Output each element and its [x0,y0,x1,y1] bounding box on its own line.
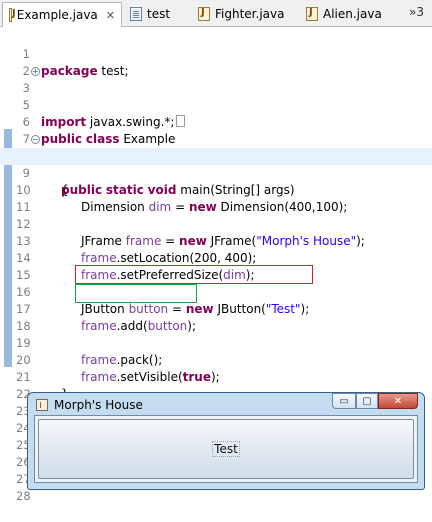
tab-fighter-java[interactable]: Fighter.java [192,2,296,26]
code-line: 13 frame.setLocation(200, 400); [0,216,432,265]
code-line: 21 } [0,352,432,401]
maximize-button[interactable]: ▢ [356,393,378,409]
code-line: 22 } [0,369,432,418]
tab-label: test [147,7,171,21]
window-title: Morph's House [54,398,143,412]
swing-frame-window[interactable]: Morph's House ▭ ▢ ✕ Test [27,392,425,490]
fold-expand-icon[interactable]: + [31,67,40,76]
code-line: 2 [0,46,432,78]
code-line: 20 frame.setVisible(true); [0,335,432,384]
code-line: 18 [0,301,432,333]
window-title-bar[interactable]: Morph's House [36,396,143,414]
close-icon: ✕ [393,395,403,407]
code-line: 1 package test; [0,29,432,78]
tab-label: Example.java [16,8,98,22]
close-icon[interactable]: ✕ [106,9,115,22]
java-file-icon [198,7,210,21]
tab-test[interactable]: test [124,2,190,26]
tab-alien-java[interactable]: Alien.java [300,2,396,26]
highlight-box-red [75,265,313,284]
tab-overflow-button[interactable]: »3 [409,5,424,19]
java-app-icon [36,399,48,411]
code-line: 12 JFrame frame = new JFrame("Morph's Ho… [0,199,432,248]
window-controls: ▭ ▢ ✕ [332,393,418,409]
code-line: 10 Dimension dim = new Dimension(400,100… [0,165,432,214]
code-line: 5 [0,80,432,112]
java-file-icon [306,7,318,21]
code-line: 6 public class Example [0,97,432,146]
code-line: 11 [0,182,432,214]
text-file-icon [130,7,142,21]
test-button[interactable]: Test [38,419,414,479]
tab-label: Alien.java [323,7,382,21]
code-line: 7 { [0,114,432,163]
code-line: 14 frame.setPreferredSize(dim); [0,233,432,282]
tab-label: Fighter.java [215,7,285,21]
minimize-icon: ▭ [339,395,349,407]
java-file-icon [9,8,15,22]
close-button[interactable]: ✕ [378,393,418,409]
maximize-icon: ▢ [362,395,372,407]
tab-example-java[interactable]: Example.java ✕ [2,2,122,27]
highlight-box-green [75,284,197,303]
test-button-label: Test [212,441,240,457]
window-content-pane: Test [34,415,418,483]
code-line: 8 − public static void main(String[] arg… [0,131,432,197]
code-line: 3 + import javax.swing.*; [0,63,432,129]
code-line-current: 9 { [0,148,432,197]
editor-tab-bar: Example.java ✕ test Fighter.java Alien.j… [0,0,432,27]
fold-collapse-icon[interactable]: − [31,135,40,144]
code-line: 17 frame.add(button); [0,284,432,333]
code-line: 19 frame.pack(); [0,318,432,367]
minimize-button[interactable]: ▭ [332,393,356,409]
